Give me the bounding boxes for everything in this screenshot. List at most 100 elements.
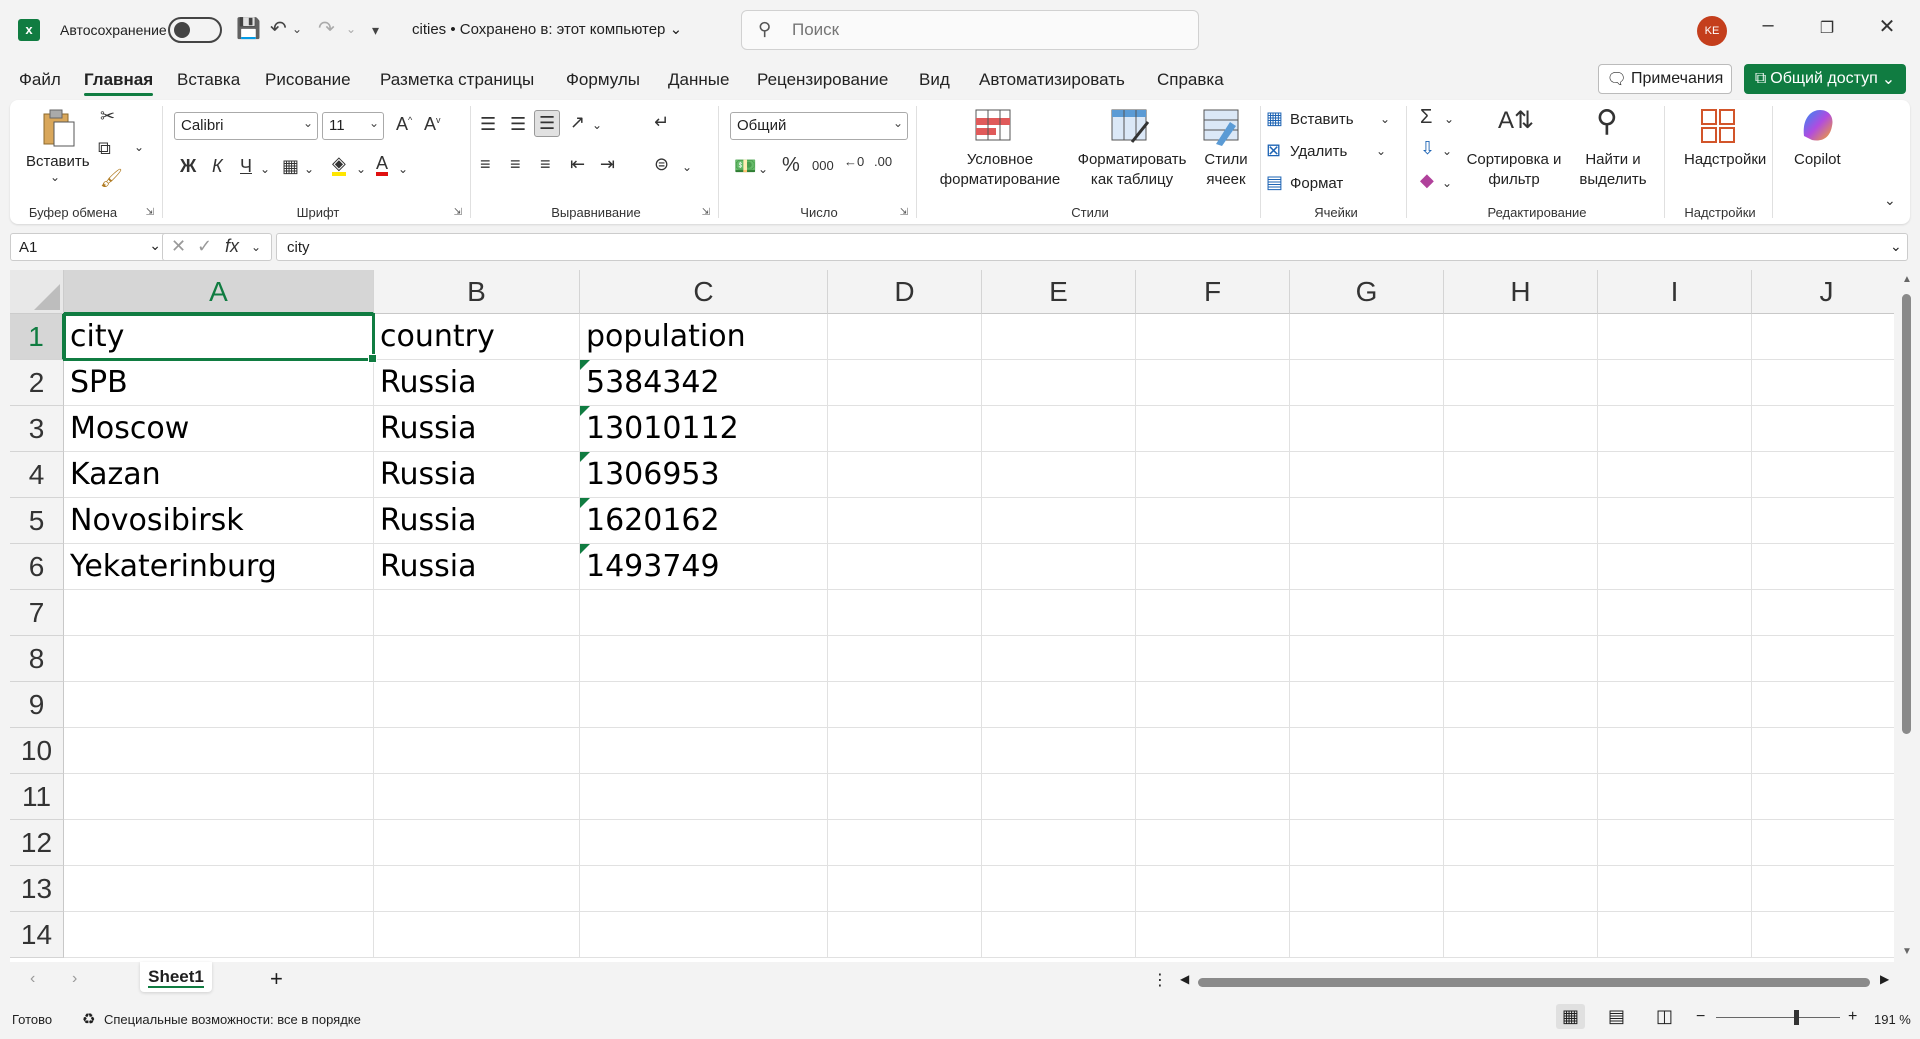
- cell-e7[interactable]: [982, 590, 1136, 636]
- cell-h1[interactable]: [1444, 314, 1598, 360]
- cell-d11[interactable]: [828, 774, 982, 820]
- cell-b12[interactable]: [374, 820, 580, 866]
- row-header-12[interactable]: 12: [10, 820, 64, 866]
- chevron-down-icon[interactable]: ⌄: [1444, 112, 1454, 126]
- cell-j6[interactable]: [1752, 544, 1894, 590]
- cell-b6[interactable]: Russia: [374, 544, 580, 590]
- scroll-left-icon[interactable]: ◀: [1180, 972, 1189, 986]
- more-options-icon[interactable]: ⋮: [1152, 970, 1168, 990]
- cell-d4[interactable]: [828, 452, 982, 498]
- cell-styles-button[interactable]: Стили ячеек: [1194, 150, 1258, 189]
- column-header-i[interactable]: I: [1598, 270, 1752, 314]
- column-header-b[interactable]: B: [374, 270, 580, 314]
- cell-a12[interactable]: [64, 820, 374, 866]
- copy-icon[interactable]: ⧉: [98, 138, 111, 159]
- redo-icon[interactable]: ↷: [318, 16, 335, 41]
- tab-page-layout[interactable]: Разметка страницы: [380, 70, 534, 90]
- cell-h11[interactable]: [1444, 774, 1598, 820]
- align-center-icon[interactable]: ≡: [510, 154, 521, 175]
- addins-button[interactable]: Надстройки: [1684, 150, 1766, 170]
- search-box[interactable]: ⚲: [741, 10, 1199, 50]
- cell-f9[interactable]: [1136, 682, 1290, 728]
- cell-e14[interactable]: [982, 912, 1136, 958]
- cell-b10[interactable]: [374, 728, 580, 774]
- cell-d2[interactable]: [828, 360, 982, 406]
- cell-i1[interactable]: [1598, 314, 1752, 360]
- increase-decimal-icon[interactable]: ←0: [844, 154, 864, 169]
- align-left-icon[interactable]: ≡: [480, 154, 491, 175]
- page-break-view-icon[interactable]: ◫: [1656, 1006, 1673, 1027]
- column-header-j[interactable]: J: [1752, 270, 1894, 314]
- cell-j7[interactable]: [1752, 590, 1894, 636]
- align-right-icon[interactable]: ≡: [540, 154, 551, 175]
- column-header-f[interactable]: F: [1136, 270, 1290, 314]
- cell-b5[interactable]: Russia: [374, 498, 580, 544]
- cell-h7[interactable]: [1444, 590, 1598, 636]
- thousands-separator-icon[interactable]: 000: [812, 158, 834, 173]
- cell-e2[interactable]: [982, 360, 1136, 406]
- cell-d8[interactable]: [828, 636, 982, 682]
- column-header-a[interactable]: A: [64, 270, 374, 314]
- row-header-1[interactable]: 1: [10, 314, 64, 360]
- increase-indent-icon[interactable]: ⇥: [600, 154, 615, 175]
- cell-i4[interactable]: [1598, 452, 1752, 498]
- cell-g12[interactable]: [1290, 820, 1444, 866]
- minimize-icon[interactable]: –: [1753, 14, 1783, 37]
- cell-f13[interactable]: [1136, 866, 1290, 912]
- cell-c4[interactable]: 1306953: [580, 452, 828, 498]
- row-header-6[interactable]: 6: [10, 544, 64, 590]
- cell-j13[interactable]: [1752, 866, 1894, 912]
- cell-f4[interactable]: [1136, 452, 1290, 498]
- cell-f11[interactable]: [1136, 774, 1290, 820]
- chevron-down-icon[interactable]: ⌄: [1442, 176, 1452, 190]
- dialog-launcher-icon[interactable]: ⇲: [900, 207, 908, 218]
- cell-e6[interactable]: [982, 544, 1136, 590]
- undo-dropdown-icon[interactable]: ⌄: [292, 22, 302, 36]
- cell-j9[interactable]: [1752, 682, 1894, 728]
- cell-g13[interactable]: [1290, 866, 1444, 912]
- autosum-icon[interactable]: Σ: [1420, 106, 1432, 129]
- insert-cells-button[interactable]: Вставить: [1290, 110, 1354, 130]
- cell-d1[interactable]: [828, 314, 982, 360]
- autosave-toggle[interactable]: [168, 17, 222, 43]
- cell-d9[interactable]: [828, 682, 982, 728]
- cell-f3[interactable]: [1136, 406, 1290, 452]
- cell-i6[interactable]: [1598, 544, 1752, 590]
- cell-g9[interactable]: [1290, 682, 1444, 728]
- cell-j2[interactable]: [1752, 360, 1894, 406]
- cancel-icon[interactable]: ✕: [171, 236, 186, 257]
- cell-e5[interactable]: [982, 498, 1136, 544]
- cell-c6[interactable]: 1493749: [580, 544, 828, 590]
- cell-f10[interactable]: [1136, 728, 1290, 774]
- italic-button[interactable]: К: [212, 156, 223, 177]
- cell-c11[interactable]: [580, 774, 828, 820]
- cell-b8[interactable]: [374, 636, 580, 682]
- cell-i13[interactable]: [1598, 866, 1752, 912]
- cell-h4[interactable]: [1444, 452, 1598, 498]
- vertical-scrollbar[interactable]: ▲ ▼: [1894, 270, 1920, 962]
- cell-i9[interactable]: [1598, 682, 1752, 728]
- cell-h8[interactable]: [1444, 636, 1598, 682]
- search-input[interactable]: [792, 19, 1172, 41]
- column-header-e[interactable]: E: [982, 270, 1136, 314]
- enter-icon[interactable]: ✓: [197, 236, 212, 257]
- cell-d7[interactable]: [828, 590, 982, 636]
- cell-c8[interactable]: [580, 636, 828, 682]
- cell-c2[interactable]: 5384342: [580, 360, 828, 406]
- chevron-down-icon[interactable]: ⌄: [50, 170, 60, 184]
- chevron-down-icon[interactable]: ⌄: [1376, 144, 1386, 158]
- dialog-launcher-icon[interactable]: ⇲: [454, 207, 462, 218]
- cell-c5[interactable]: 1620162: [580, 498, 828, 544]
- tab-help[interactable]: Справка: [1157, 70, 1224, 90]
- borders-icon[interactable]: ▦: [282, 156, 299, 177]
- name-box[interactable]: A1 ⌄: [10, 233, 168, 261]
- cell-h13[interactable]: [1444, 866, 1598, 912]
- cell-j3[interactable]: [1752, 406, 1894, 452]
- tab-insert[interactable]: Вставка: [177, 70, 240, 90]
- row-header-11[interactable]: 11: [10, 774, 64, 820]
- wrap-text-icon[interactable]: ↵: [654, 112, 669, 133]
- cell-j4[interactable]: [1752, 452, 1894, 498]
- fill-color-icon[interactable]: ◈: [332, 154, 346, 176]
- cell-b4[interactable]: Russia: [374, 452, 580, 498]
- column-header-g[interactable]: G: [1290, 270, 1444, 314]
